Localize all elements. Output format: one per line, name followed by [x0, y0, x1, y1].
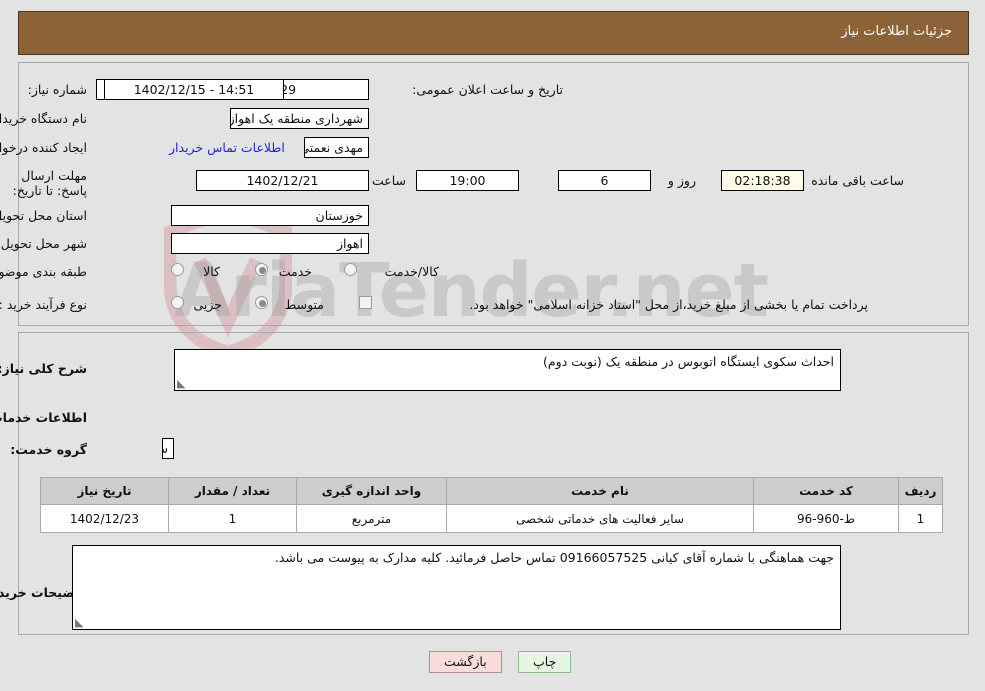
province-label: استان محل تحویل:	[0, 208, 88, 223]
need-info-panel	[19, 62, 970, 326]
service-table: ردیف کد خدمت نام خدمت واحد اندازه گیری ت…	[41, 477, 944, 533]
resize-grip-icon[interactable]: ◢	[76, 616, 86, 629]
cell-quantity: 1	[169, 504, 298, 533]
col-quantity: تعداد / مقدار	[169, 477, 298, 505]
page-root: AriaTender.net جزئیات اطلاعات نیاز شماره…	[0, 0, 985, 691]
table-header-row: ردیف کد خدمت نام خدمت واحد اندازه گیری ت…	[41, 477, 944, 505]
days-word-label: روز و	[668, 173, 697, 188]
services-heading: اطلاعات خدمات مورد نیاز	[0, 410, 88, 425]
city-value: اهواز	[172, 233, 370, 254]
requester-value: مهدی نعمتی کاربرداز شهرداری منطقه یک اهو…	[305, 137, 370, 158]
resize-grip-icon[interactable]: ◢	[178, 377, 188, 390]
process-radio-motevaset[interactable]	[256, 296, 269, 309]
category-radio-kala-khedmat[interactable]	[345, 263, 358, 276]
category-option-kala-khedmat-label: کالا/خدمت	[385, 264, 440, 279]
col-name: نام خدمت	[447, 477, 755, 505]
deadline-date-value: 1402/12/21	[197, 170, 370, 191]
need-number-label: شماره نیاز:	[28, 82, 88, 97]
buyer-notes-textarea[interactable]: جهت هماهنگی با شماره آقای کیانی 09166057…	[73, 545, 842, 630]
col-need-date: تاریخ نیاز	[41, 477, 170, 505]
general-description-label: شرح کلی نیاز:	[0, 361, 88, 376]
col-row: ردیف	[899, 477, 944, 505]
general-description-textarea[interactable]: احداث سکوی ایستگاه اتوبوس در منطقه یک (ن…	[175, 349, 842, 391]
process-radio-jozi[interactable]	[172, 296, 185, 309]
public-announce-label: تاریخ و ساعت اعلان عمومی:	[413, 82, 564, 97]
col-unit: واحد اندازه گیری	[297, 477, 448, 505]
cell-row: 1	[899, 504, 944, 533]
remaining-suffix-label: ساعت باقی مانده	[812, 173, 905, 188]
deadline-label: مهلت ارسال پاسخ: تا تاریخ:	[13, 168, 88, 198]
deadline-time-value: 19:00	[417, 170, 520, 191]
table-row: 1 ط-960-96 سایر فعالیت های خدماتی شخصی م…	[41, 504, 944, 533]
cell-name: سایر فعالیت های خدماتی شخصی	[447, 504, 755, 533]
hours-remaining-value: 02:18:38	[722, 170, 805, 191]
treasury-bond-checkbox[interactable]	[360, 296, 373, 309]
header-bar: جزئیات اطلاعات نیاز	[19, 11, 970, 55]
cell-unit: مترمربع	[297, 504, 448, 533]
col-code: کد خدمت	[754, 477, 900, 505]
deadline-time-label: ساعت	[372, 173, 407, 188]
buyer-org-value: شهرداری منطقه یک اهواز	[231, 108, 370, 129]
days-remaining-value: 6	[559, 170, 652, 191]
process-option-motevaset-label: متوسط	[285, 297, 325, 312]
category-label: طبقه بندی موضوعی:	[0, 264, 88, 279]
category-radio-kala[interactable]	[172, 263, 185, 276]
public-announce-value: 14:51 - 1402/12/15	[105, 79, 285, 100]
category-radio-khedmat[interactable]	[256, 263, 269, 276]
service-group-value: سایر فعالیت‌های خدماتی	[163, 438, 175, 459]
buyer-notes-value: جهت هماهنگی با شماره آقای کیانی 09166057…	[275, 550, 835, 565]
buyer-org-label: نام دستگاه خریدار:	[0, 111, 88, 126]
service-group-label: گروه خدمت:	[11, 442, 88, 457]
process-option-jozi-label: جزیی	[194, 297, 223, 312]
province-value: خوزستان	[172, 205, 370, 226]
back-button[interactable]: بازگشت	[430, 651, 503, 673]
category-option-kala-label: کالا	[204, 264, 221, 279]
requester-label: ایجاد کننده درخواست:	[0, 140, 88, 155]
city-label: شهر محل تحویل:	[0, 236, 88, 251]
category-option-khedmat-label: خدمت	[279, 264, 313, 279]
cell-code: ط-960-96	[754, 504, 900, 533]
cell-need-date: 1402/12/23	[41, 504, 170, 533]
process-label: نوع فرآیند خرید :	[0, 297, 88, 312]
general-description-value: احداث سکوی ایستگاه اتوبوس در منطقه یک (ن…	[544, 354, 835, 369]
treasury-note-label: پرداخت تمام یا بخشی از مبلغ خرید،از محل …	[470, 297, 869, 312]
page-title: جزئیات اطلاعات نیاز	[842, 24, 953, 39]
print-button[interactable]: چاپ	[519, 651, 573, 673]
buyer-contact-link[interactable]: اطلاعات تماس خریدار	[170, 140, 286, 155]
